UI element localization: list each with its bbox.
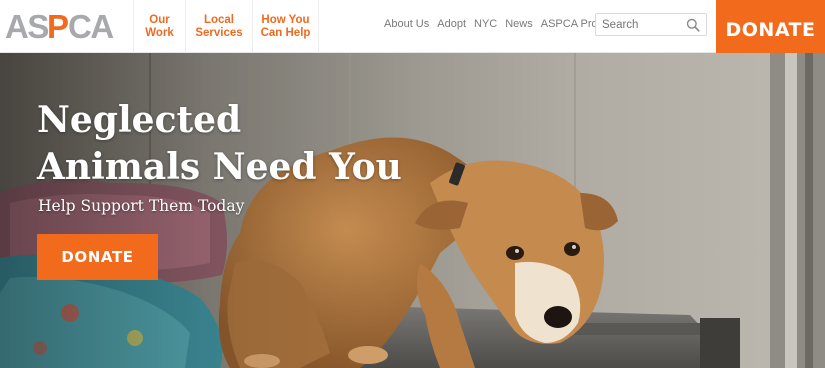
nav-local-services-line1: Local bbox=[203, 13, 235, 26]
nav-how-you-can-help-line1: How You bbox=[261, 13, 310, 26]
svg-text:CA: CA bbox=[68, 9, 113, 43]
utility-nav: About Us Adopt NYC News ASPCA Pro bbox=[384, 15, 598, 33]
header-donate-button[interactable]: DONATE bbox=[716, 0, 825, 60]
main-nav: Our Work Local Services How You Can Help bbox=[133, 0, 319, 53]
hero-headline-line1: Neglected bbox=[37, 99, 242, 141]
util-link-nyc[interactable]: NYC bbox=[474, 15, 497, 33]
util-link-about-us[interactable]: About Us bbox=[384, 15, 429, 33]
svg-text:AS: AS bbox=[5, 9, 48, 43]
search-icon[interactable] bbox=[686, 18, 700, 32]
search-input[interactable] bbox=[596, 14, 682, 35]
nav-our-work-line1: Our bbox=[149, 13, 170, 26]
util-link-news[interactable]: News bbox=[505, 15, 533, 33]
hero-subheading: Help Support Them Today bbox=[38, 197, 245, 215]
nav-local-services-line2: Services bbox=[195, 26, 243, 39]
aspca-logo[interactable]: AS P CA bbox=[5, 9, 119, 43]
search-box bbox=[595, 13, 707, 36]
svg-text:P: P bbox=[47, 9, 68, 43]
nav-local-services[interactable]: Local Services bbox=[185, 0, 252, 53]
nav-our-work[interactable]: Our Work bbox=[133, 0, 185, 53]
hero-headline: Neglected Animals Need You bbox=[37, 97, 457, 191]
nav-how-you-can-help[interactable]: How You Can Help bbox=[252, 0, 319, 53]
nav-how-you-can-help-line2: Can Help bbox=[260, 26, 311, 39]
util-link-adopt[interactable]: Adopt bbox=[437, 15, 466, 33]
hero-banner: Neglected Animals Need You Help Support … bbox=[0, 53, 825, 368]
hero-headline-line2: Animals Need You bbox=[37, 146, 402, 188]
nav-our-work-line2: Work bbox=[145, 26, 174, 39]
util-link-aspca-pro[interactable]: ASPCA Pro bbox=[541, 15, 598, 33]
aspca-homepage: AS P CA Our Work Local Services How You Can… bbox=[0, 0, 825, 368]
site-header: AS P CA Our Work Local Services How You Can… bbox=[0, 0, 825, 53]
hero-donate-button[interactable]: DONATE bbox=[37, 234, 158, 280]
